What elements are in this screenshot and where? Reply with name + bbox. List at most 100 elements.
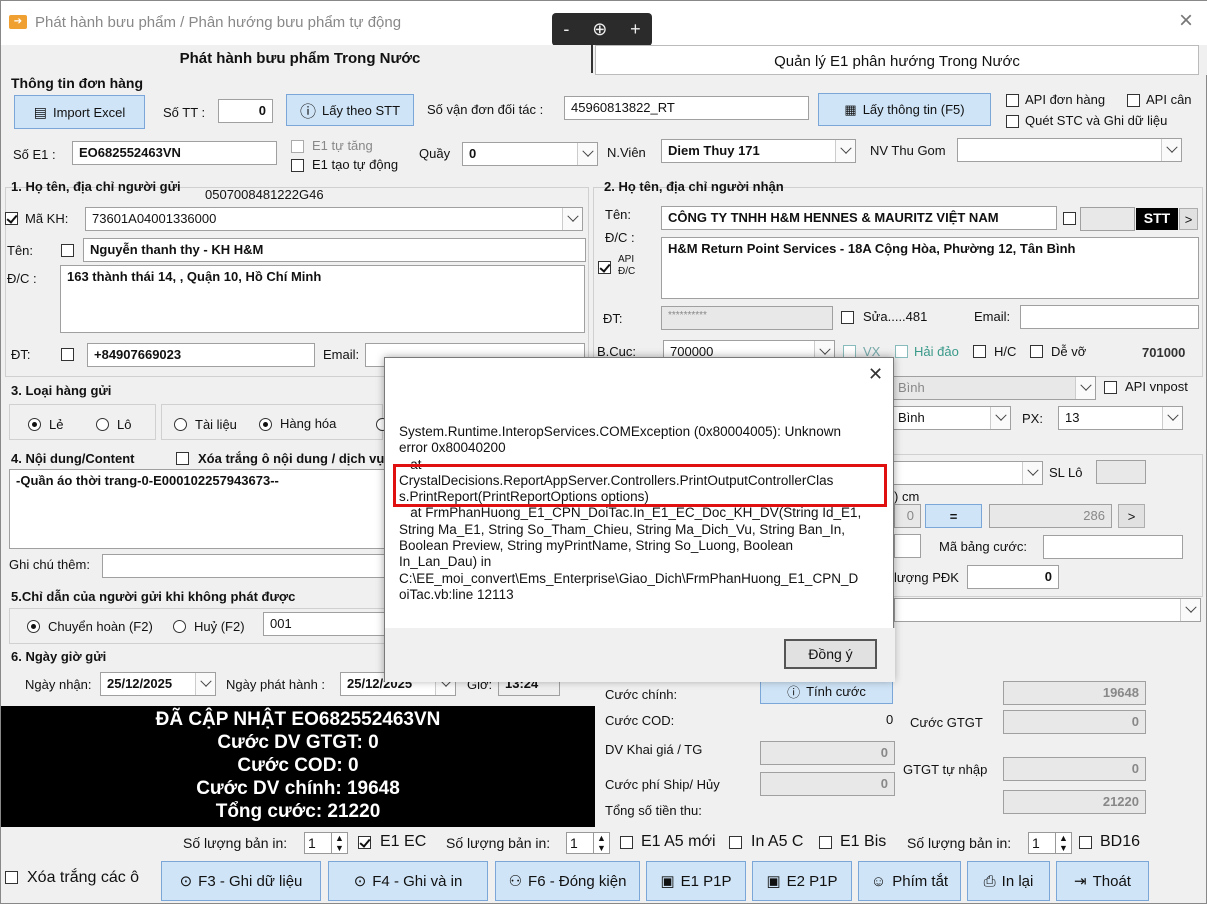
ina5c-checkbox[interactable] [729, 836, 742, 849]
return-radio[interactable] [27, 620, 40, 633]
print-qty-stepper-3[interactable]: 1 ▲ ▼ [1028, 832, 1072, 854]
get-by-stt-button[interactable]: ⓘ Lấy theo STT [286, 94, 414, 126]
goods-radio[interactable] [259, 418, 272, 431]
district-select[interactable]: Bình [891, 376, 1096, 400]
sender-phone-input[interactable]: +84907669023 [87, 343, 315, 367]
stepper-arrows-icon[interactable]: ▲ ▼ [593, 833, 609, 853]
hc-checkbox[interactable] [973, 345, 986, 358]
get-by-stt-label: Lấy theo STT [321, 102, 401, 118]
px-select[interactable]: 13 [1058, 406, 1183, 430]
api-vnpost-checkbox[interactable] [1104, 381, 1117, 394]
dimension-input-2[interactable] [894, 534, 921, 558]
sender-name-input[interactable]: Nguyễn thanh thy - KH H&M [83, 238, 586, 262]
gtgt-fee-input[interactable]: 0 [1003, 710, 1146, 734]
shortcut-button[interactable]: ☺ Phím tắt [858, 861, 961, 901]
e1-auto-create-label: E1 tạo tự động [312, 157, 399, 172]
fragile-checkbox[interactable] [1030, 345, 1043, 358]
stt-input[interactable]: 0 [218, 99, 273, 123]
total-input[interactable]: 21220 [1003, 790, 1146, 814]
clear-all-checkbox[interactable] [5, 871, 18, 884]
sender-address-label: Đ/C : [7, 271, 37, 286]
sender-name-checkbox[interactable] [61, 244, 74, 257]
window-title: Phát hành bưu phẩm / Phân hướng bưu phẩm… [35, 14, 402, 31]
result-next-button[interactable]: > [1118, 504, 1145, 528]
tab-issue-domestic[interactable]: Phát hành bưu phẩm Trong Nước [9, 45, 593, 73]
exit-button[interactable]: ⇥ Thoát [1056, 861, 1149, 901]
undeliver-code-input[interactable]: 001 [263, 612, 393, 636]
reprint-button[interactable]: ⎙ In lại [967, 861, 1050, 901]
pdk-input[interactable]: 0 [967, 565, 1059, 589]
f6-pack-button[interactable]: ⚇ F6 - Đóng kiện [495, 861, 640, 901]
declared-input[interactable]: 0 [760, 741, 895, 765]
gtgt-input[interactable]: 0 [1003, 757, 1146, 781]
customer-code-select[interactable]: 73601A04001336000 [85, 207, 583, 231]
recv-date-picker[interactable]: 25/12/2025 [100, 672, 216, 696]
ward-select[interactable]: Bình [891, 406, 1011, 430]
zoom-icon[interactable]: ⊕ [592, 19, 607, 40]
return-label: Chuyển hoàn (F2) [48, 619, 153, 634]
result-input[interactable]: 286 [989, 504, 1112, 528]
api-order-checkbox[interactable] [1006, 94, 1019, 107]
e1bis-checkbox[interactable] [819, 836, 832, 849]
e2p1p-button[interactable]: ▣ E2 P1P [752, 861, 852, 901]
cod-fee-label: Cước COD: [605, 713, 675, 728]
island-checkbox[interactable] [895, 345, 908, 358]
close-icon[interactable]: × [1179, 7, 1193, 35]
e1-auto-inc-checkbox[interactable] [291, 140, 304, 153]
dimension-input[interactable]: 0 [894, 504, 921, 528]
edit-phone-checkbox[interactable] [841, 311, 854, 324]
partner-waybill-input[interactable]: 45960813822_RT [564, 96, 809, 120]
zoom-in-button[interactable]: + [630, 19, 641, 40]
customer-code-checkbox[interactable] [5, 212, 18, 225]
print-qty-stepper[interactable]: 1 ▲ ▼ [304, 832, 348, 854]
receiver-email-input[interactable] [1020, 305, 1199, 329]
get-info-button[interactable]: ▦ Lấy thông tin (F5) [818, 93, 991, 126]
collector-select[interactable] [957, 138, 1182, 162]
dialog-ok-button[interactable]: Đồng ý [784, 639, 877, 669]
service-select-2[interactable] [894, 598, 1201, 622]
api-scale-checkbox[interactable] [1127, 94, 1140, 107]
status-line: ĐÃ CẬP NHẬT EO682552463VN [155, 709, 441, 730]
receiver-stt-input[interactable] [1080, 207, 1135, 231]
api-address-checkbox[interactable] [598, 261, 611, 274]
stepper-arrows-icon[interactable]: ▲ ▼ [1055, 833, 1071, 853]
bd16-checkbox[interactable] [1079, 836, 1092, 849]
price-table-input[interactable] [1043, 535, 1183, 559]
counter-select[interactable]: 0 [462, 142, 598, 166]
sender-address-input[interactable]: 163 thành thái 14, , Quận 10, Hồ Chí Min… [60, 265, 585, 333]
e1-input[interactable]: EO682552463VN [72, 141, 277, 165]
e1p1p-button[interactable]: ▣ E1 P1P [646, 861, 746, 901]
f4-save-print-button[interactable]: ⊙ F4 - Ghi và in [328, 861, 488, 901]
main-fee-input[interactable]: 19648 [1003, 681, 1146, 705]
single-radio[interactable] [28, 418, 41, 431]
order-section-title: Thông tin đơn hàng [11, 75, 144, 91]
dialog-close-icon[interactable]: ✕ [868, 364, 883, 385]
receiver-name-checkbox[interactable] [1063, 212, 1076, 225]
e1-auto-create-checkbox[interactable] [291, 159, 304, 172]
declared-label: DV Khai giá / TG [605, 742, 703, 757]
service-select[interactable] [891, 461, 1043, 485]
lot-radio[interactable] [96, 418, 109, 431]
f3-save-button[interactable]: ⊙ F3 - Ghi dữ liệu [161, 861, 321, 901]
ship-fee-label: Cước phí Ship/ Hủy [605, 777, 720, 792]
stepper-arrows-icon[interactable]: ▲ ▼ [331, 833, 347, 853]
tab-e1-routing[interactable]: Quản lý E1 phân hướng Trong Nước [595, 45, 1199, 75]
sl-lo-input[interactable] [1096, 460, 1146, 484]
receiver-next-button[interactable]: > [1179, 208, 1198, 230]
receiver-phone-input[interactable]: ********** [661, 306, 833, 330]
e1ec-checkbox[interactable] [358, 836, 371, 849]
cancel-radio[interactable] [173, 620, 186, 633]
equals-button[interactable]: = [925, 504, 982, 528]
print-qty-stepper-2[interactable]: 1 ▲ ▼ [566, 832, 610, 854]
clear-content-checkbox[interactable] [176, 452, 189, 465]
staff-select[interactable]: Diem Thuy 171 [661, 139, 856, 163]
import-excel-button[interactable]: ▤ Import Excel [14, 95, 145, 129]
e1a5-checkbox[interactable] [620, 836, 633, 849]
sender-phone-checkbox[interactable] [61, 348, 74, 361]
scan-stc-checkbox[interactable] [1006, 115, 1019, 128]
docs-radio[interactable] [174, 418, 187, 431]
zoom-out-button[interactable]: - [563, 19, 569, 40]
receiver-address-input[interactable]: H&M Return Point Services - 18A Cộng Hòa… [661, 237, 1199, 299]
receiver-name-input[interactable]: CÔNG TY TNHH H&M HENNES & MAURITZ VIỆT N… [661, 206, 1057, 230]
ship-fee-input[interactable]: 0 [760, 772, 895, 796]
